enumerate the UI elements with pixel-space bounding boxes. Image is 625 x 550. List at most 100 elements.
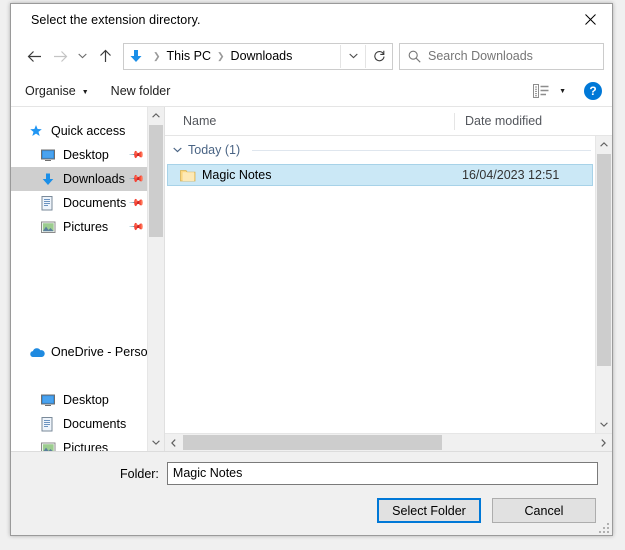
file-list-scrollbar[interactable] [595, 136, 612, 433]
file-list-horizontal-scrollbar[interactable] [165, 433, 612, 451]
address-dropdown-button[interactable] [340, 44, 365, 68]
sidebar-item-onedrive[interactable]: OneDrive - Person [11, 340, 148, 364]
magnifier-icon [408, 50, 421, 63]
documents-file-icon [41, 416, 53, 431]
scrollbar-thumb[interactable] [183, 435, 443, 450]
address-bar[interactable]: ❯ This PC ❯ Downloads [123, 42, 393, 70]
title-bar: Select the extension directory. [11, 4, 612, 36]
pictures-image-icon [41, 221, 56, 233]
resize-grip[interactable] [597, 521, 609, 533]
breadcrumb-downloads[interactable]: Downloads [230, 49, 294, 63]
desktop-monitor-icon [41, 394, 55, 406]
sidebar-item-pictures[interactable]: Pictures 📌 [11, 215, 148, 239]
scroll-down-button[interactable] [596, 416, 612, 433]
chevron-down-icon [78, 53, 87, 59]
group-header-label: Today (1) [188, 143, 241, 157]
dialog-title: Select the extension directory. [31, 13, 201, 27]
location-icon-downloads [124, 49, 148, 64]
pin-icon: 📌 [127, 170, 145, 188]
chevron-down-icon [600, 422, 608, 427]
navigation-bar: ❯ This PC ❯ Downloads Search Downloads [11, 36, 612, 76]
scroll-up-button[interactable] [596, 136, 612, 153]
folder-input[interactable]: Magic Notes [166, 462, 598, 485]
scrollbar-thumb[interactable] [597, 154, 611, 366]
sidebar-item-downloads[interactable]: Downloads 📌 [11, 167, 148, 191]
chevron-up-icon [152, 113, 160, 118]
pin-icon: 📌 [127, 146, 145, 164]
organise-button[interactable]: Organise ▼ [25, 84, 89, 98]
back-button[interactable] [21, 43, 47, 69]
navigation-pane-scrollbar[interactable] [147, 107, 164, 451]
scroll-down-button[interactable] [148, 434, 164, 451]
new-folder-label: New folder [110, 84, 171, 98]
group-header-rule [252, 149, 591, 151]
sidebar-item-label: Pictures [63, 441, 109, 451]
star-icon [29, 124, 51, 138]
sidebar-item-onedrive-desktop[interactable]: Desktop [11, 388, 148, 412]
file-name-label: Magic Notes [202, 168, 272, 182]
refresh-button[interactable] [365, 44, 392, 68]
close-icon [584, 14, 596, 25]
file-name-cell: Magic Notes [168, 168, 452, 182]
forward-button[interactable] [47, 43, 73, 69]
select-folder-button[interactable]: Select Folder [377, 498, 481, 523]
picture-icon [41, 442, 63, 451]
downloads-arrow-icon [42, 173, 54, 185]
recent-locations-button[interactable] [73, 43, 92, 69]
sidebar-item-label: Documents [63, 417, 127, 431]
close-button[interactable] [568, 4, 612, 35]
scrollbar-thumb[interactable] [149, 125, 163, 237]
sidebar-item-label: OneDrive - Person [51, 345, 148, 359]
chevron-down-icon: ▼ [81, 88, 89, 96]
organise-label: Organise [25, 84, 76, 98]
navigation-pane-list: Quick access Desktop 📌 Downloads 📌 Docum… [11, 107, 148, 451]
folder-icon [180, 169, 202, 182]
document-icon [41, 195, 63, 211]
scroll-left-button[interactable] [165, 434, 182, 451]
sidebar-item-documents[interactable]: Documents 📌 [11, 191, 148, 215]
chevron-down-icon [348, 53, 358, 59]
file-list-area: Today (1) Magic Notes 16/04/2023 12:51 [165, 136, 612, 433]
breadcrumb-separator-1: ❯ [217, 50, 225, 61]
chevron-down-icon: ▼ [559, 87, 566, 95]
pictures-image-icon [41, 442, 56, 451]
file-list-items: Today (1) Magic Notes 16/04/2023 12:51 [165, 136, 595, 433]
search-input[interactable]: Search Downloads [428, 49, 533, 63]
breadcrumb-this-pc[interactable]: This PC [166, 49, 212, 63]
monitor-icon [41, 394, 63, 407]
column-headers: Name Date modified [165, 107, 612, 136]
sidebar-item-onedrive-documents[interactable]: Documents [11, 412, 148, 436]
group-header-today[interactable]: Today (1) [165, 136, 595, 164]
navpane-top-spacer [11, 107, 148, 119]
column-header-name[interactable]: Name [165, 114, 454, 128]
dialog-body: Quick access Desktop 📌 Downloads 📌 Docum… [11, 106, 612, 451]
back-arrow-icon [27, 50, 41, 62]
sidebar-item-label: Quick access [51, 124, 126, 138]
refresh-icon [373, 50, 385, 61]
group-collapse-icon [173, 147, 182, 153]
column-header-date-modified[interactable]: Date modified [454, 112, 595, 130]
help-label: ? [589, 84, 597, 98]
change-view-button[interactable]: ▼ [533, 84, 566, 98]
scroll-right-button[interactable] [595, 434, 612, 451]
new-folder-button[interactable]: New folder [111, 84, 171, 98]
navpane-gap-2 [11, 364, 148, 388]
picture-icon [41, 221, 63, 234]
help-button[interactable]: ? [584, 82, 602, 100]
sidebar-item-label: Pictures [63, 220, 109, 234]
folder-input-row: Folder: Magic Notes [25, 462, 598, 485]
up-button[interactable] [92, 43, 118, 69]
cancel-button[interactable]: Cancel [492, 498, 596, 523]
sidebar-item-quick-access[interactable]: Quick access [11, 119, 148, 143]
sidebar-item-desktop[interactable]: Desktop 📌 [11, 143, 148, 167]
chevron-down-icon [152, 440, 160, 445]
scroll-up-button[interactable] [148, 107, 164, 124]
command-bar: Organise ▼ New folder ▼ ? [11, 76, 612, 106]
sidebar-item-onedrive-pictures[interactable]: Pictures [11, 436, 148, 451]
sidebar-item-label: Desktop [63, 148, 109, 162]
sidebar-item-label: Downloads [63, 172, 125, 186]
table-row[interactable]: Magic Notes 16/04/2023 12:51 [167, 164, 593, 186]
cloud-icon [29, 347, 51, 358]
search-box[interactable]: Search Downloads [399, 42, 604, 70]
sidebar-item-label: Documents [63, 196, 127, 210]
